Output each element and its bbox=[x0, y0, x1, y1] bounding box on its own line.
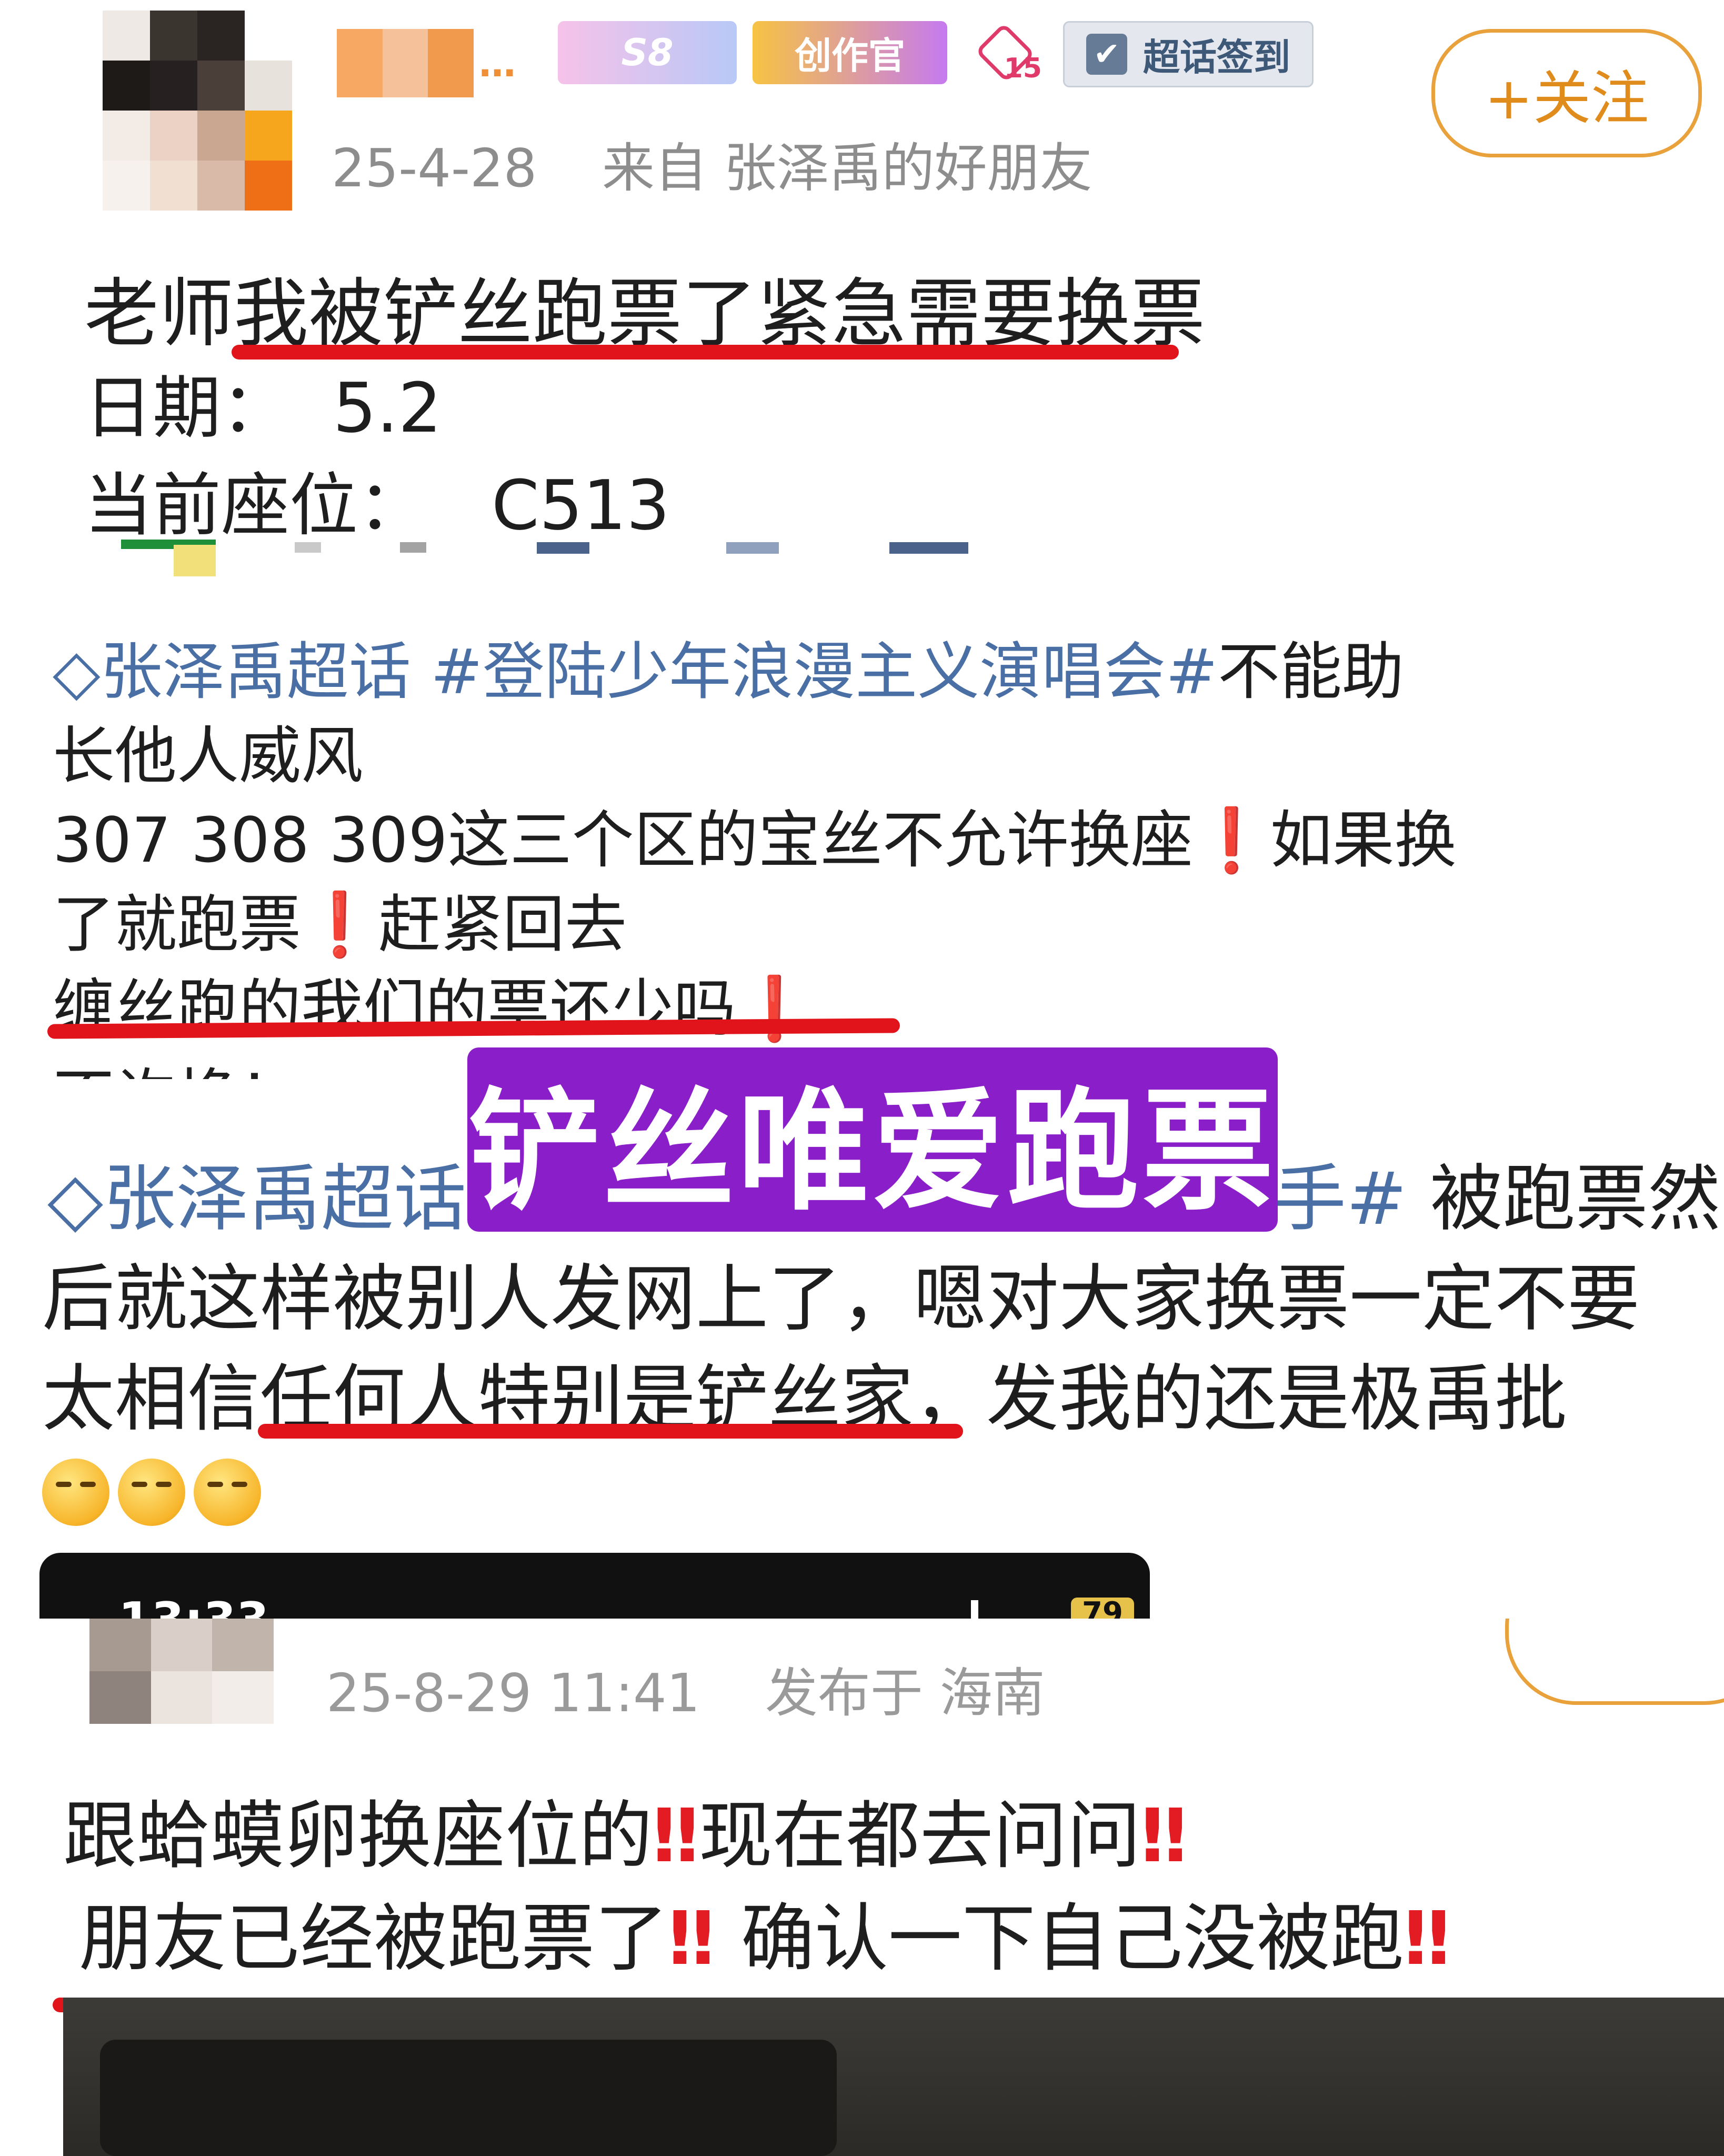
post-text-line: 了就跑票❗赶紧回去 bbox=[53, 888, 627, 961]
overlay-title-banner: 铲丝唯爱跑票 bbox=[467, 1047, 1278, 1232]
attached-image-inner bbox=[100, 2040, 837, 2156]
post-text-line: 当前座位： C513 bbox=[84, 465, 670, 545]
post-meta: 25-8-29 11:41 发布于 海南 bbox=[326, 1650, 1045, 1726]
post-date: 25-4-28 bbox=[332, 137, 537, 199]
super-topic-icon: ◇ bbox=[47, 1156, 104, 1241]
post-location: 发布于 海南 bbox=[765, 1662, 1045, 1724]
overlay-title: 铲丝唯爱跑票 bbox=[468, 1075, 1277, 1228]
post-text-line: 跟蛤蟆卵换座位的‼现在都去问问‼ bbox=[63, 1793, 1187, 1879]
post-text-line: 307 308 309这三个区的宝丝不允许换座❗如果换 bbox=[53, 804, 1457, 876]
post4-card: 25-8-29 11:41 发布于 海南 跟蛤蟆卵换座位的‼现在都去问问‼ 朋友… bbox=[0, 1619, 1724, 2156]
double-exclamation-icon: ‼ bbox=[668, 1896, 715, 1982]
avatar[interactable] bbox=[89, 1619, 274, 1724]
post-text-line: 后就这样被别人发网上了，嗯对大家换票一定不要 bbox=[42, 1256, 1640, 1341]
post-text-line: 日期： 5.2 bbox=[84, 368, 442, 448]
follow-button-partial[interactable] bbox=[1505, 1619, 1724, 1705]
level-badge-icon[interactable]: 15 bbox=[968, 21, 1042, 84]
double-exclamation-icon: ‼ bbox=[1140, 1793, 1187, 1879]
post-text-line-cropped: 不许换！ bbox=[53, 1047, 301, 1079]
post2-card: ◇张泽禹超话 #登陆少年浪漫主义演唱会#不能助 长他人威风 307 308 30… bbox=[0, 590, 1724, 1079]
signal-icon bbox=[971, 1600, 1010, 1619]
post1-card: … S8 创作官 15 ✔ 超话签到 +关注 25-4-28 来自 张泽禹的好朋… bbox=[0, 0, 1724, 576]
exclamation-icon: ❗ bbox=[1192, 804, 1270, 876]
post-meta: 25-4-28 来自 张泽禹的好朋友 bbox=[332, 125, 1092, 202]
post-source: 来自 张泽禹的好朋友 bbox=[602, 137, 1092, 199]
super-topic-icon: ◇ bbox=[53, 635, 101, 708]
checkin-badge[interactable]: ✔ 超话签到 bbox=[1063, 21, 1314, 87]
phone-screenshot[interactable]: 13:33 79 bbox=[39, 1553, 1150, 1619]
post-text-line: ◇张泽禹超话 bbox=[47, 1140, 466, 1245]
post-text-line: 长他人威风 bbox=[53, 720, 364, 792]
smirk-emoji-icon bbox=[194, 1459, 261, 1526]
super-topic-link[interactable]: 张泽禹超话 bbox=[101, 635, 411, 708]
emoji-row bbox=[42, 1445, 269, 1530]
action-row-remnant bbox=[400, 542, 426, 553]
post-text-line: 手# 被跑票然 bbox=[1274, 1156, 1721, 1241]
avatar[interactable] bbox=[103, 11, 292, 211]
username-redacted[interactable] bbox=[337, 29, 474, 97]
hashtag-link[interactable]: 手# bbox=[1274, 1156, 1407, 1241]
username-ellipsis: … bbox=[479, 42, 516, 85]
underline bbox=[258, 1424, 963, 1439]
post-text-line: ◇张泽禹超话 #登陆少年浪漫主义演唱会#不能助 bbox=[53, 635, 1405, 708]
hashtag-link[interactable]: #登陆少年浪漫主义演唱会# bbox=[430, 635, 1218, 708]
phone-time: 13:33 bbox=[118, 1592, 269, 1619]
action-row-remnant bbox=[295, 542, 321, 553]
action-row-remnant bbox=[174, 545, 216, 576]
creator-badge[interactable]: 创作官 bbox=[753, 21, 947, 84]
double-exclamation-icon: ‼ bbox=[653, 1793, 699, 1879]
battery-icon: 79 bbox=[1071, 1598, 1134, 1619]
post-text-line: 朋友已经被跑票了‼ 确认一下自己没被跑‼ bbox=[79, 1896, 1450, 1982]
action-row-remnant bbox=[889, 542, 968, 554]
follow-button[interactable]: +关注 bbox=[1431, 29, 1702, 157]
checkin-icon: ✔ bbox=[1086, 34, 1127, 75]
double-exclamation-icon: ‼ bbox=[1404, 1896, 1450, 1982]
action-row-remnant bbox=[537, 542, 589, 554]
post-date: 25-8-29 11:41 bbox=[326, 1662, 700, 1724]
exclamation-icon: ❗ bbox=[301, 888, 378, 961]
smirk-emoji-icon bbox=[42, 1459, 109, 1526]
smirk-emoji-icon bbox=[118, 1459, 185, 1526]
action-row-remnant bbox=[726, 542, 779, 554]
super-topic-link[interactable]: 张泽禹超话 bbox=[103, 1156, 466, 1241]
vip-badge-icon[interactable]: S8 bbox=[558, 21, 737, 84]
